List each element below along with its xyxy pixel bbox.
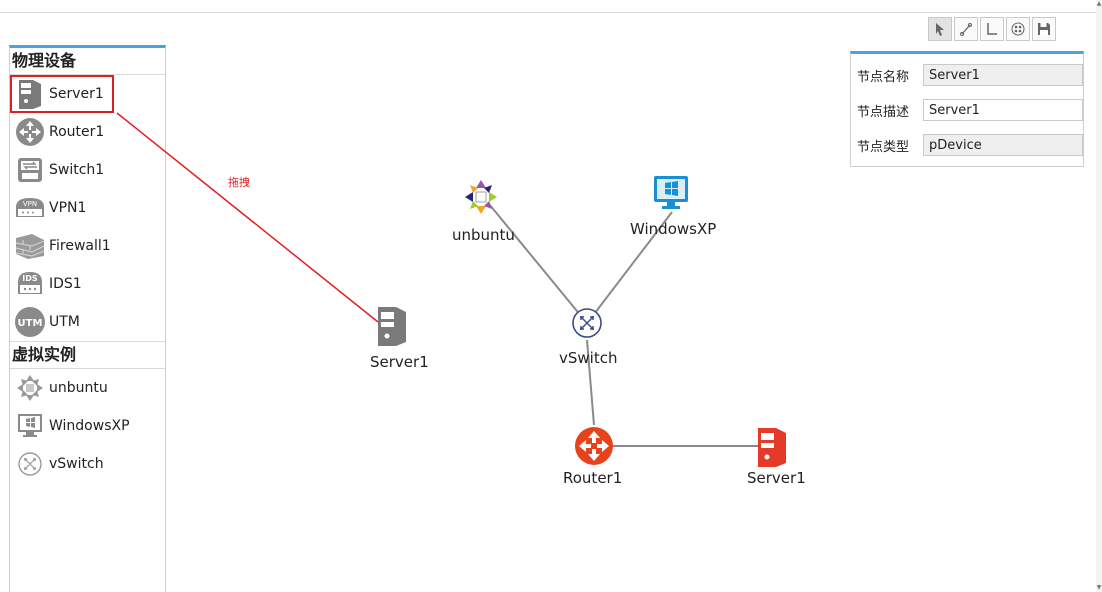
drag-line bbox=[116, 112, 379, 323]
node-type-row: 节点类型 pDevice bbox=[851, 134, 1083, 156]
node-type-label: 节点类型 bbox=[857, 139, 910, 155]
node-name-row: 节点名称 Server1 bbox=[851, 64, 1083, 86]
connect-tool-button[interactable] bbox=[954, 17, 978, 41]
vertical-scrollbar[interactable]: ▲ ▼ bbox=[1096, 0, 1102, 592]
router-node-label: Router1 bbox=[563, 469, 623, 487]
windowsxp-node-icon[interactable] bbox=[654, 176, 688, 209]
link-icon bbox=[960, 23, 972, 36]
canvas-toolbar bbox=[928, 17, 1056, 41]
router-node-icon[interactable] bbox=[575, 427, 613, 465]
vswitch-node-icon[interactable] bbox=[572, 308, 602, 338]
dragged-server-label: Server1 bbox=[370, 353, 429, 371]
node-properties-panel: 节点名称 Server1 节点描述 Server1 节点类型 pDevice bbox=[850, 51, 1084, 167]
pointer-icon bbox=[936, 23, 944, 36]
node-desc-field[interactable]: Server1 bbox=[923, 99, 1083, 121]
select-tool-button[interactable] bbox=[928, 17, 952, 41]
node-desc-row: 节点描述 Server1 bbox=[851, 99, 1083, 121]
scroll-down-arrow-icon[interactable]: ▼ bbox=[1096, 584, 1102, 592]
node-desc-label: 节点描述 bbox=[857, 104, 910, 120]
dragged-server-icon[interactable] bbox=[378, 307, 406, 346]
ubuntu-node-label: unbuntu bbox=[452, 226, 515, 244]
group-icon bbox=[1011, 22, 1025, 36]
node-type-field[interactable]: pDevice bbox=[923, 134, 1083, 156]
line-tool-button[interactable] bbox=[980, 17, 1004, 41]
corner-line-icon bbox=[987, 23, 997, 35]
scroll-up-arrow-icon[interactable]: ▲ bbox=[1096, 0, 1102, 8]
drag-annotation: 拖拽 bbox=[228, 176, 250, 189]
vswitch-node-label: vSwitch bbox=[559, 349, 618, 367]
windowsxp-node-label: WindowsXP bbox=[630, 220, 717, 238]
save-icon bbox=[1038, 23, 1050, 35]
link-ubuntu-vswitch bbox=[488, 203, 587, 323]
node-name-label: 节点名称 bbox=[857, 69, 910, 85]
server-node-label: Server1 bbox=[747, 469, 806, 487]
group-tool-button[interactable] bbox=[1006, 17, 1030, 41]
save-tool-button[interactable] bbox=[1032, 17, 1056, 41]
server-node-icon[interactable] bbox=[758, 428, 786, 467]
node-name-field[interactable]: Server1 bbox=[923, 64, 1083, 86]
